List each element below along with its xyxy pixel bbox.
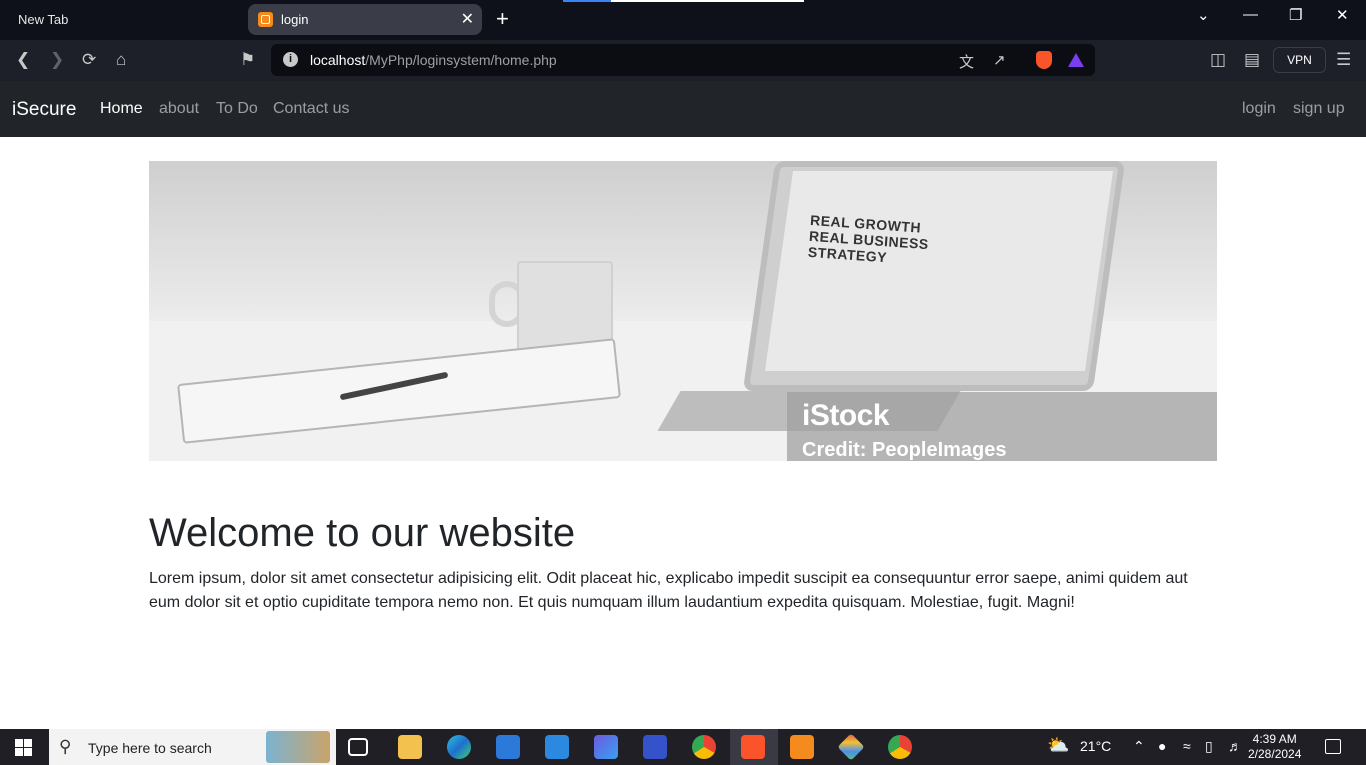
tab-list-icon[interactable]: ⌄ (1197, 6, 1210, 24)
wallet-icon[interactable]: ▤ (1244, 50, 1260, 70)
nav-home[interactable]: Home (100, 100, 143, 118)
search-icon: ⚲ (59, 737, 72, 756)
hero-image: REAL GROWTH REAL BUSINESS STRATEGY iStoc… (149, 161, 1217, 461)
power-automate-icon[interactable] (594, 735, 618, 759)
tab-login[interactable]: login ✕ (248, 4, 482, 35)
brave-icon[interactable] (741, 735, 765, 759)
reload-icon[interactable]: ⟳ (82, 50, 96, 70)
git-tool-icon[interactable] (837, 733, 865, 761)
chrome-icon[interactable] (692, 735, 716, 759)
edge-icon[interactable] (447, 735, 471, 759)
nav-login[interactable]: login (1242, 100, 1276, 118)
share-icon[interactable]: ↗ (993, 51, 1006, 69)
image-credit: Credit: PeopleImages (802, 439, 1007, 461)
bookmark-icon[interactable]: ⚑ (240, 50, 255, 70)
site-info-icon[interactable]: i (283, 52, 298, 67)
nav-about[interactable]: about (159, 100, 199, 118)
wifi-icon[interactable]: ≈ (1183, 738, 1191, 754)
site-navbar: iSecure Home about To Do Contact us logi… (0, 81, 1366, 137)
laptop-screen-text: REAL GROWTH REAL BUSINESS STRATEGY (807, 211, 930, 266)
intro-paragraph: Lorem ipsum, dolor sit amet consectetur … (149, 570, 1188, 611)
url-path: /MyPhp/loginsystem/home.php (365, 52, 557, 68)
new-tab-button[interactable]: + (496, 6, 509, 32)
windows-taskbar: ⚲ Type here to search ⛅ 21°C ⌃ ● ≈ ▯ ♬ 4… (0, 729, 1366, 765)
clock-date: 2/28/2024 (1248, 747, 1302, 761)
site-brand[interactable]: iSecure (12, 99, 76, 121)
brave-rewards-icon[interactable] (1068, 53, 1084, 67)
istock-watermark: iStock (802, 399, 890, 432)
volume-icon[interactable]: ♬ (1228, 738, 1242, 754)
nav-todo[interactable]: To Do (216, 100, 258, 118)
vpn-label: VPN (1287, 53, 1312, 67)
forward-icon[interactable]: ❯ (50, 50, 64, 70)
browser-toolbar: ❮ ❯ ⟳ ⌂ ⚑ i localhost/MyPhp/loginsystem/… (0, 40, 1366, 81)
clock-time: 4:39 AM (1252, 732, 1297, 746)
taskbar-clock[interactable]: 4:39 AM 2/28/2024 (1248, 732, 1301, 762)
chrome-profile-icon[interactable] (888, 735, 912, 759)
microsoft-store-icon[interactable] (496, 735, 520, 759)
nav-contact[interactable]: Contact us (273, 100, 349, 118)
menu-icon[interactable]: ☰ (1336, 50, 1351, 70)
brave-shields-icon[interactable] (1036, 51, 1052, 69)
sidebar-icon[interactable]: ◫ (1210, 50, 1226, 70)
browser-tab-bar: New Tab login ✕ + ⌄ — ❐ ✕ (0, 0, 1366, 40)
task-view-icon[interactable] (348, 738, 368, 756)
weather-icon[interactable]: ⛅ (1047, 735, 1069, 756)
tab-new-tab[interactable]: New Tab (18, 12, 68, 27)
notification-center-icon[interactable] (1325, 739, 1341, 754)
tab-title: login (281, 12, 309, 27)
restore-button[interactable]: ❐ (1289, 6, 1302, 24)
weather-temp[interactable]: 21°C (1080, 738, 1111, 754)
tab-close-icon[interactable]: ✕ (461, 9, 474, 29)
minimize-button[interactable]: — (1243, 6, 1258, 23)
windows-start-icon[interactable] (15, 739, 32, 756)
xampp-icon (258, 12, 273, 27)
mail-icon[interactable] (545, 735, 569, 759)
taskbar-search-placeholder: Type here to search (88, 740, 212, 756)
close-window-button[interactable]: ✕ (1336, 6, 1349, 24)
page-heading: Welcome to our website (149, 511, 576, 555)
home-icon[interactable]: ⌂ (116, 50, 126, 70)
file-explorer-icon[interactable] (398, 735, 422, 759)
battery-icon[interactable]: ▯ (1205, 738, 1213, 755)
nav-signup[interactable]: sign up (1293, 100, 1345, 118)
taskbar-search[interactable]: ⚲ Type here to search (49, 729, 336, 765)
address-bar[interactable]: i localhost/MyPhp/loginsystem/home.php 文… (271, 44, 1095, 76)
laptop-screen (764, 171, 1114, 371)
back-icon[interactable]: ❮ (16, 50, 30, 70)
url-host: localhost (310, 52, 366, 68)
xampp-taskbar-icon[interactable] (790, 735, 814, 759)
show-hidden-icons[interactable]: ⌃ (1133, 738, 1145, 755)
page-load-progress (563, 0, 804, 2)
vpn-button[interactable]: VPN (1273, 47, 1326, 73)
search-highlight-image (266, 731, 330, 763)
translate-icon[interactable]: 文 (959, 51, 974, 72)
url-text: localhost/MyPhp/loginsystem/home.php (310, 52, 557, 68)
dev-home-icon[interactable] (643, 735, 667, 759)
microphone-icon[interactable]: ● (1158, 738, 1166, 754)
